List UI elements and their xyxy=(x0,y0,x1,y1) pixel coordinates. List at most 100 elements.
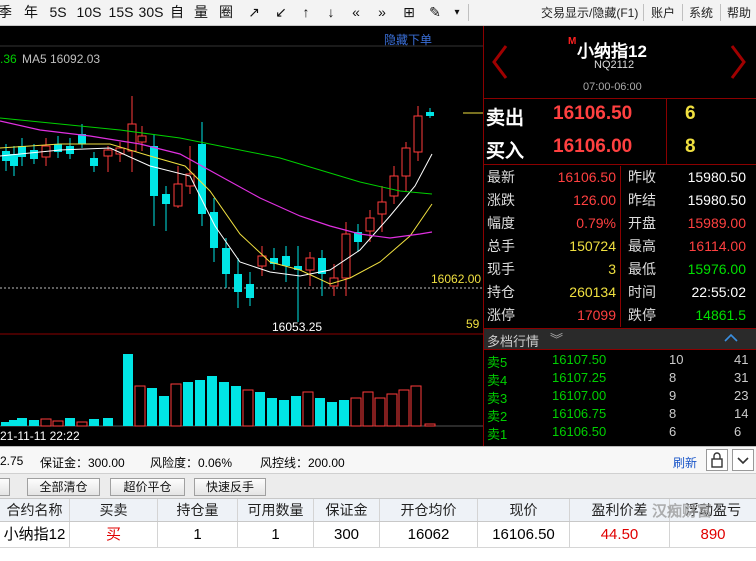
ma60-line xyxy=(0,117,433,195)
period-season-button[interactable]: 季 xyxy=(0,2,14,23)
layout-grid-icon[interactable]: ⊞ xyxy=(398,2,420,23)
candle-body xyxy=(173,183,183,207)
volume-bar xyxy=(350,397,362,427)
position-actions-bar: 全部清仓 超价平仓 快速反手 xyxy=(0,473,756,498)
stat-value: 16114.00 xyxy=(688,238,746,254)
hide-orders-link[interactable]: 隐藏下单 xyxy=(384,31,432,48)
quick-reverse-button[interactable]: 快速反手 xyxy=(194,478,266,496)
scroll-left-icon[interactable]: « xyxy=(346,2,366,23)
volume-bar xyxy=(89,419,99,426)
candle-body xyxy=(18,146,26,157)
depth-price: 16106.75 xyxy=(552,406,607,421)
table-empty-area xyxy=(0,548,756,561)
col-current-price[interactable]: 现价 xyxy=(478,499,570,521)
depth-level-label: 卖4 xyxy=(487,373,508,388)
stat-value: 150724 xyxy=(569,238,616,254)
depth-quantity: 8 xyxy=(669,370,677,385)
col-open-avg[interactable]: 开仓均价 xyxy=(380,499,478,521)
depth-quantity: 6 xyxy=(669,424,677,439)
period-10s-button[interactable]: 10S xyxy=(75,2,103,23)
custom-period-button[interactable]: 自 xyxy=(168,2,186,23)
volume-bar xyxy=(219,382,229,426)
lock-icon[interactable] xyxy=(706,449,728,471)
system-menu[interactable]: 系统 xyxy=(689,3,713,23)
volume-bar xyxy=(195,380,205,426)
candle-body xyxy=(413,115,423,153)
volume-bar xyxy=(40,418,52,427)
main-contract-badge: M xyxy=(568,36,577,47)
account-status-bar: 2.75 保证金：300.00 风险度：0.06% 风控线：200.00 刷新 xyxy=(0,446,756,473)
period-5s-button[interactable]: 5S xyxy=(46,2,70,23)
circle-tool-button[interactable]: 圈 xyxy=(216,2,236,23)
collapse-chevron-icon[interactable] xyxy=(724,333,738,343)
stat-label: 持仓 xyxy=(487,284,515,300)
depth-quantity: 8 xyxy=(669,406,677,421)
col-position-qty[interactable]: 持仓量 xyxy=(158,499,238,521)
candle-body xyxy=(150,146,158,196)
divider xyxy=(620,166,621,327)
col-available-qty[interactable]: 可用数量 xyxy=(238,499,314,521)
stat-value: 126.00 xyxy=(573,192,616,208)
col-margin[interactable]: 保证金 xyxy=(314,499,380,521)
buy-price[interactable]: 16106.00 xyxy=(553,136,632,158)
candle-body xyxy=(10,154,18,166)
depth-price: 16107.25 xyxy=(552,370,607,385)
candle-body xyxy=(389,175,399,197)
risk-control-line: 风控线：200.00 xyxy=(260,456,345,470)
volume-button[interactable]: 量 xyxy=(192,2,210,23)
stat-value: 16106.50 xyxy=(557,169,616,185)
stat-value: 14861.5 xyxy=(695,307,746,323)
help-menu[interactable]: 帮助 xyxy=(727,3,751,23)
col-direction[interactable]: 买卖 xyxy=(70,499,158,521)
volume-bar xyxy=(207,376,217,426)
period-15s-button[interactable]: 15S xyxy=(107,2,135,23)
draw-menu-chevron-icon[interactable]: ▾ xyxy=(450,2,464,23)
position-direction: 买 xyxy=(70,522,158,547)
period-30s-button[interactable]: 30S xyxy=(137,2,165,23)
volume-bar xyxy=(424,423,436,427)
next-contract-arrow-icon[interactable] xyxy=(728,44,748,80)
table-row[interactable]: 小纳指12 买 1 1 300 16062 16106.50 44.50 890 xyxy=(0,522,756,548)
trade-display-toggle[interactable]: 交易显示/隐藏(F1) xyxy=(541,3,638,23)
candle-body xyxy=(222,248,230,274)
depth-count: 23 xyxy=(734,388,749,403)
draw-pen-icon[interactable]: ✎ xyxy=(425,2,445,23)
shrink-icon[interactable]: ↙ xyxy=(270,2,292,23)
volume-bar xyxy=(291,396,301,426)
balance-value: 2.75 xyxy=(0,454,24,468)
arrow-down-icon[interactable]: ↓ xyxy=(321,2,341,23)
expand-icon[interactable]: ↗ xyxy=(243,2,265,23)
col-contract-name[interactable]: 合约名称 xyxy=(0,499,70,521)
stat-value: 17099 xyxy=(577,307,616,323)
dropdown-icon[interactable] xyxy=(732,449,754,471)
candle-body xyxy=(30,150,38,159)
candlestick-chart-panel[interactable]: .36 MA5 16092.03 隐藏下单 16062.00 16053.25 … xyxy=(0,26,483,446)
depth-level-label: 卖5 xyxy=(487,355,508,370)
account-menu[interactable]: 账户 xyxy=(651,3,675,23)
volume-bar xyxy=(327,402,337,426)
double-chevron-down-icon[interactable]: ︾ xyxy=(550,329,563,348)
volume-bar xyxy=(374,397,386,427)
candle-body xyxy=(365,217,375,232)
candle-body xyxy=(305,257,315,271)
candle-body xyxy=(341,233,351,279)
stat-label: 现手 xyxy=(487,261,515,277)
volume-bar xyxy=(302,391,314,427)
stat-label: 最低 xyxy=(628,261,656,277)
volume-bar xyxy=(315,398,325,426)
scroll-right-icon[interactable]: » xyxy=(372,2,392,23)
period-year-button[interactable]: 年 xyxy=(22,2,40,23)
refresh-link[interactable]: 刷新 xyxy=(673,454,697,471)
close-all-button[interactable]: 全部清仓 xyxy=(27,478,100,496)
close-limit-button[interactable]: 超价平仓 xyxy=(110,478,185,496)
volume-bar xyxy=(17,418,27,426)
stat-value: 15989.00 xyxy=(687,215,746,231)
depth-price: 16106.50 xyxy=(552,424,607,439)
divider xyxy=(484,164,756,165)
arrow-up-icon[interactable]: ↑ xyxy=(296,2,316,23)
sell-price[interactable]: 16106.50 xyxy=(553,103,632,125)
depth-level-label: 卖3 xyxy=(487,391,508,406)
prev-contract-arrow-icon[interactable] xyxy=(490,44,510,80)
position-open-avg: 16062 xyxy=(380,522,478,547)
edge-button[interactable] xyxy=(0,478,10,496)
